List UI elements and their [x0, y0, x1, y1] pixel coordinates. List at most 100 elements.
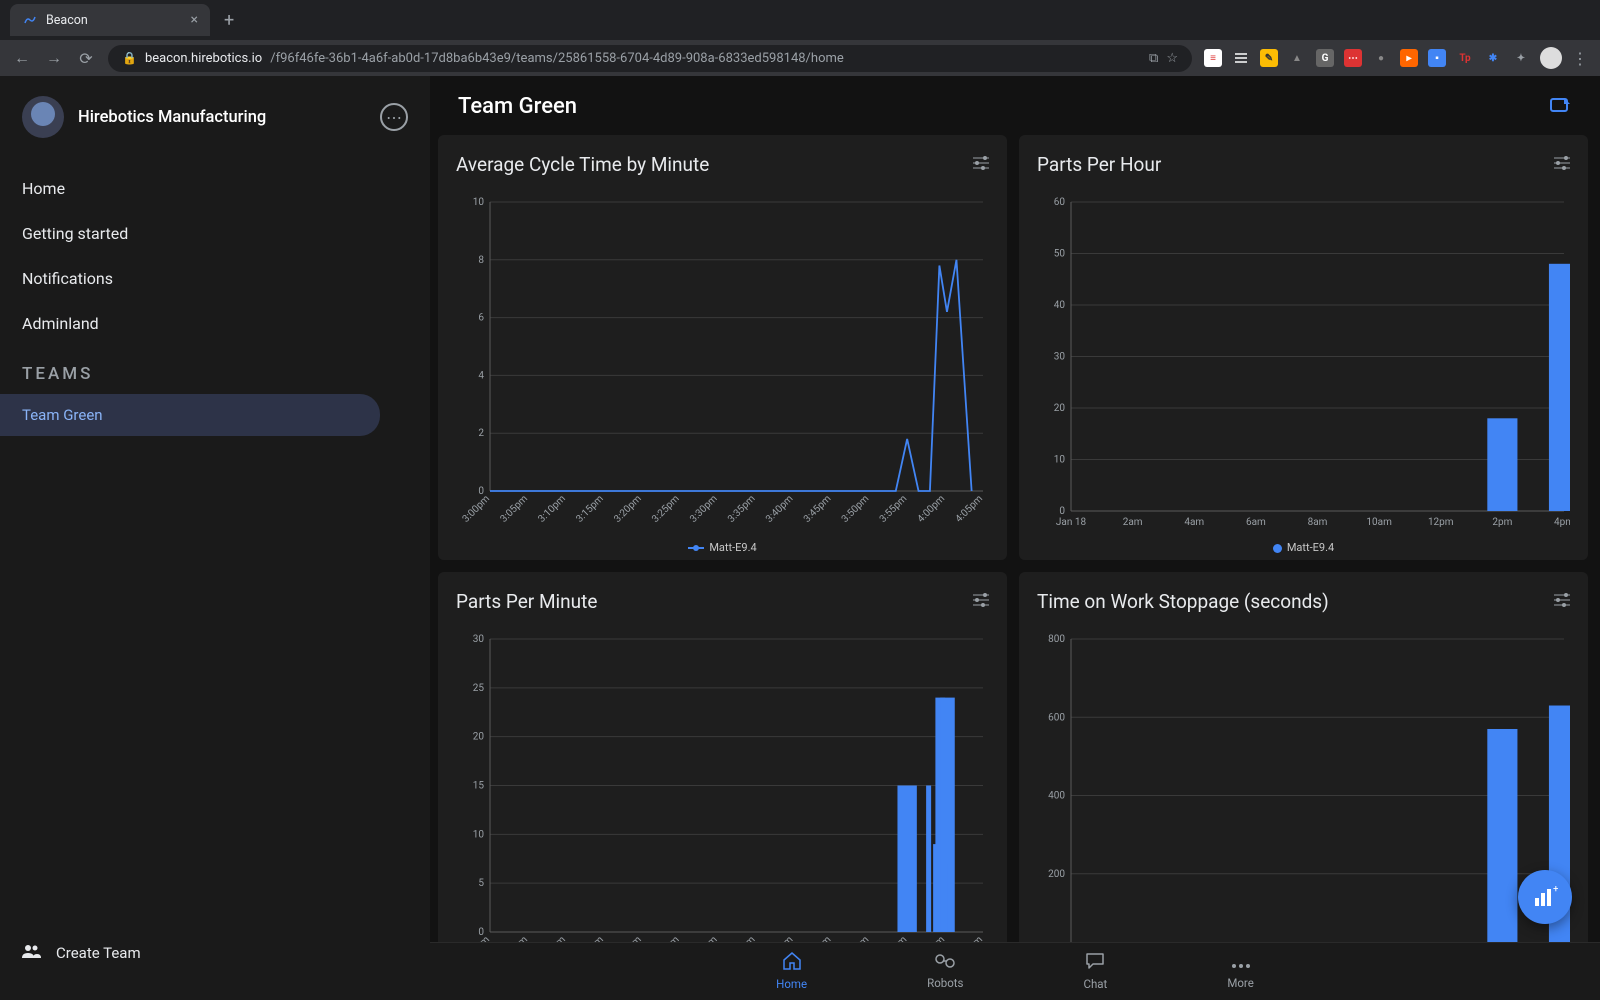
ext-icon[interactable]: ▲ [1288, 49, 1306, 67]
svg-text:4: 4 [478, 370, 484, 381]
svg-text:25: 25 [473, 683, 485, 694]
browser-chrome: Beacon × + ← → ⟳ 🔒 beacon.hirebotics.io/… [0, 0, 1600, 76]
chart-legend: Matt-E9.4 [1037, 535, 1570, 554]
settings-icon[interactable] [973, 593, 989, 611]
svg-text:60: 60 [1054, 197, 1066, 208]
ext-icon[interactable]: ≡ [1204, 49, 1222, 67]
bottom-nav-home[interactable]: Home [776, 952, 807, 991]
close-icon[interactable]: × [191, 12, 198, 28]
tab-favicon [22, 12, 38, 28]
svg-text:2pm: 2pm [1492, 517, 1512, 528]
bar-chart: 0102030405060Jan 182am4am6am8am10am12pm2… [1037, 194, 1570, 535]
edit-layout-icon[interactable] [1550, 95, 1572, 119]
lock-icon: 🔒 [122, 51, 137, 65]
extensions-icon[interactable]: ✦ [1512, 49, 1530, 67]
settings-icon[interactable] [973, 156, 989, 174]
svg-text:10: 10 [1054, 455, 1066, 466]
ext-icon[interactable]: ● [1372, 49, 1390, 67]
card-title: Parts Per Minute [456, 590, 597, 613]
forward-button[interactable]: → [44, 48, 64, 68]
svg-text:15: 15 [473, 781, 485, 792]
url-path: /f96f46fe-36b1-4a6f-ab0d-17d8ba6b43e9/te… [270, 51, 844, 66]
org-avatar[interactable] [22, 96, 64, 138]
create-team-button[interactable]: Create Team [0, 925, 430, 980]
reload-button[interactable]: ⟳ [76, 49, 96, 68]
home-icon [782, 952, 802, 975]
svg-text:3:10pm: 3:10pm [536, 493, 568, 525]
svg-text:3:00pm: 3:00pm [461, 493, 493, 525]
svg-text:50: 50 [1054, 249, 1066, 260]
bottom-nav-robots[interactable]: Robots [927, 953, 963, 990]
settings-icon[interactable] [1554, 593, 1570, 611]
bottom-nav-more[interactable]: More [1227, 953, 1254, 990]
svg-text:3:20pm: 3:20pm [612, 493, 644, 525]
ext-icon[interactable]: ✎ [1260, 49, 1278, 67]
svg-text:800: 800 [1048, 634, 1065, 645]
svg-text:8am: 8am [1308, 517, 1328, 528]
page-header: Team Green [430, 76, 1600, 127]
star-icon[interactable]: ☆ [1166, 51, 1178, 66]
ext-icon[interactable] [1232, 49, 1250, 67]
ext-icon[interactable]: Tp [1456, 49, 1474, 67]
svg-text:10: 10 [473, 829, 485, 840]
org-menu-button[interactable]: ⋯ [380, 103, 408, 131]
nav-adminland[interactable]: Adminland [0, 301, 430, 346]
org-name: Hirebotics Manufacturing [78, 108, 266, 127]
svg-text:3:25pm: 3:25pm [650, 493, 682, 525]
tab-title: Beacon [46, 13, 88, 28]
nav-home[interactable]: Home [0, 166, 430, 211]
browser-tab[interactable]: Beacon × [10, 4, 210, 36]
nav-bar: ← → ⟳ 🔒 beacon.hirebotics.io/f96f46fe-36… [0, 40, 1600, 76]
svg-text:8: 8 [478, 255, 484, 266]
back-button[interactable]: ← [12, 48, 32, 68]
main-content: Team Green Average Cycle Time by Minute … [430, 76, 1600, 1000]
legend-marker [1273, 544, 1282, 553]
svg-text:3:15pm: 3:15pm [574, 493, 606, 525]
ext-icon[interactable]: ▪ [1428, 49, 1446, 67]
bottom-nav-chat[interactable]: Chat [1083, 952, 1107, 991]
nav-getting-started[interactable]: Getting started [0, 211, 430, 256]
svg-text:2am: 2am [1123, 517, 1143, 528]
svg-text:200: 200 [1048, 869, 1065, 880]
svg-text:400: 400 [1048, 791, 1065, 802]
extension-icons: ≡ ✎ ▲ G ⋯ ● ▸ ▪ Tp ✱ ✦ ⋮ [1204, 47, 1588, 69]
svg-text:0: 0 [1059, 506, 1065, 517]
svg-text:30: 30 [473, 634, 485, 645]
svg-text:12pm: 12pm [1428, 517, 1454, 528]
svg-text:2: 2 [478, 428, 484, 439]
org-row: Hirebotics Manufacturing ⋯ [0, 96, 430, 156]
people-icon [22, 943, 42, 962]
card-avg-cycle-time: Average Cycle Time by Minute 02468103:00… [438, 135, 1007, 560]
ext-icon[interactable]: ✱ [1484, 49, 1502, 67]
svg-text:3:35pm: 3:35pm [726, 493, 758, 525]
svg-text:3:45pm: 3:45pm [802, 493, 834, 525]
open-icon[interactable]: ⧉ [1149, 51, 1158, 66]
card-parts-per-minute: Parts Per Minute 051015202530:00pm:10pm:… [438, 572, 1007, 982]
add-widget-fab[interactable]: + [1518, 870, 1572, 924]
settings-icon[interactable] [1554, 156, 1570, 174]
svg-text:6: 6 [478, 313, 484, 324]
url-bar[interactable]: 🔒 beacon.hirebotics.io/f96f46fe-36b1-4a6… [108, 45, 1192, 72]
chat-icon [1085, 952, 1105, 975]
svg-text:5: 5 [478, 878, 484, 889]
line-chart: 02468103:00pm3:05pm3:10pm3:15pm3:20pm3:2… [456, 194, 989, 535]
teams-section-label: TEAMS [0, 346, 430, 394]
profile-avatar[interactable] [1540, 47, 1562, 69]
create-team-label: Create Team [56, 944, 141, 962]
card-title: Average Cycle Time by Minute [456, 153, 709, 176]
svg-text:10am: 10am [1366, 517, 1392, 528]
nav-items: Home Getting started Notifications Admin… [0, 156, 430, 346]
svg-text:4pm: 4pm [1554, 517, 1570, 528]
url-host: beacon.hirebotics.io [145, 51, 262, 66]
new-tab-button[interactable]: + [224, 10, 234, 31]
ext-icon[interactable]: G [1316, 49, 1334, 67]
team-item-green[interactable]: Team Green [0, 394, 380, 436]
svg-text:20: 20 [473, 732, 485, 743]
nav-notifications[interactable]: Notifications [0, 256, 430, 301]
ext-icon[interactable]: ⋯ [1344, 49, 1362, 67]
bar-chart: 0200400600800Jan 182am4am6am8am10am12pm2… [1037, 631, 1570, 976]
browser-menu-icon[interactable]: ⋮ [1572, 49, 1588, 68]
ext-icon[interactable]: ▸ [1400, 49, 1418, 67]
chart-grid: Average Cycle Time by Minute 0 2 4 6 8 10 3:00… [430, 127, 1600, 1000]
card-title: Time on Work Stoppage (seconds) [1037, 590, 1329, 613]
